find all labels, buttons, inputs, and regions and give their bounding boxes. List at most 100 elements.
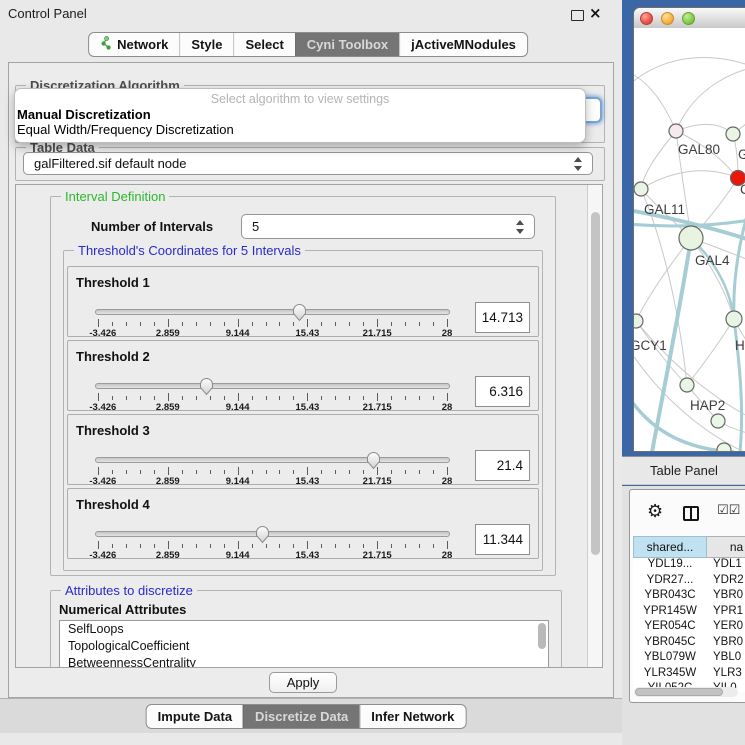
- network-window-titlebar[interactable]: [634, 8, 745, 29]
- tick-mark: [98, 467, 99, 475]
- network-node[interactable]: [634, 314, 643, 328]
- node-label: GAL4: [695, 253, 730, 268]
- tick-value-label: 2.859: [156, 550, 180, 561]
- tick-mark: [210, 470, 211, 474]
- algorithm-option-equal-width-frequency-discretization[interactable]: Equal Width/Frequency Discretization: [15, 122, 585, 137]
- network-node[interactable]: [680, 378, 694, 392]
- threshold-panel: Threshold 2 -3.4262.8599.14415.4321.7152…: [67, 340, 539, 411]
- network-node[interactable]: [717, 443, 731, 451]
- tick-mark: [419, 544, 420, 548]
- attribute-list-scrollbar[interactable]: [538, 623, 546, 649]
- combobox-stepper-icon[interactable]: [574, 157, 583, 171]
- table-row[interactable]: YLR345WYLR3: [633, 667, 745, 683]
- threshold-value-field[interactable]: 6.316: [475, 376, 530, 407]
- tab-impute-data[interactable]: Impute Data: [147, 705, 243, 728]
- attribute-item-topologicalcoefficient[interactable]: TopologicalCoefficient: [60, 638, 548, 655]
- table-row[interactable]: YBR043CYBR0: [633, 589, 745, 605]
- table-row[interactable]: YBL079WYBL0: [633, 651, 745, 667]
- tab-infer-network[interactable]: Infer Network: [359, 705, 465, 728]
- slider-ticks: [95, 393, 450, 402]
- tick-value-label: 2.859: [156, 328, 180, 339]
- attribute-item-betweennesscentrality[interactable]: BetweennessCentrality: [60, 655, 548, 668]
- select-columns-icon[interactable]: ☑☑: [717, 503, 740, 518]
- tab-style[interactable]: Style: [179, 33, 233, 56]
- control-panel: Control Panel × NetworkStyleSelectCyni T…: [0, 0, 622, 745]
- tab-label: Discretize Data: [255, 709, 348, 724]
- slider-tick-labels: -3.4262.8599.14415.4321.71528: [95, 550, 450, 562]
- tick-mark: [307, 393, 308, 401]
- numerical-attributes-list[interactable]: SelfLoopsTopologicalCoefficientBetweenne…: [59, 620, 549, 668]
- table-row[interactable]: YDR27...YDR2: [633, 574, 745, 590]
- settings-scrollbar-thumb[interactable]: [591, 212, 600, 555]
- network-node[interactable]: [726, 311, 742, 327]
- table-hscrollbar-thumb[interactable]: [635, 688, 723, 696]
- zoom-window-button[interactable]: [682, 12, 695, 25]
- tick-value-label: 28: [442, 328, 453, 339]
- network-node[interactable]: [669, 124, 683, 138]
- node-label: GCY1: [634, 338, 667, 353]
- threshold-slider[interactable]: -3.4262.8599.14415.4321.71528: [95, 305, 450, 341]
- tick-mark: [154, 322, 155, 326]
- node-label: H: [735, 338, 745, 353]
- number-of-intervals-combobox[interactable]: 5: [241, 214, 535, 239]
- network-node[interactable]: [711, 414, 725, 428]
- slider-track[interactable]: [95, 309, 450, 315]
- minimize-window-button[interactable]: [661, 12, 674, 25]
- slider-thumb[interactable]: [255, 525, 270, 544]
- tick-mark: [168, 467, 169, 475]
- slider-ticks: [95, 467, 450, 476]
- network-node[interactable]: [679, 226, 703, 250]
- table-horizontal-scrollbar[interactable]: [634, 687, 738, 697]
- combobox-stepper-icon[interactable]: [516, 220, 525, 234]
- slider-thumb[interactable]: [366, 451, 381, 470]
- tick-mark: [126, 396, 127, 400]
- threshold-value-field[interactable]: 14.713: [475, 302, 530, 333]
- tab-network[interactable]: Network: [89, 33, 179, 56]
- slider-thumb[interactable]: [199, 377, 214, 396]
- table-row[interactable]: YBR045CYBR0: [633, 636, 745, 652]
- split-view-icon[interactable]: [683, 506, 699, 521]
- threshold-slider[interactable]: -3.4262.8599.14415.4321.71528: [95, 379, 450, 415]
- slider-track[interactable]: [95, 531, 450, 537]
- slider-thumb[interactable]: [292, 303, 307, 322]
- table-data-combobox[interactable]: galFiltered.sif default node: [23, 152, 593, 175]
- column-header-na[interactable]: na: [707, 536, 745, 558]
- tab-discretize-data[interactable]: Discretize Data: [243, 705, 359, 728]
- attribute-item-selfloops[interactable]: SelfLoops: [60, 621, 548, 638]
- network-node[interactable]: [634, 182, 648, 196]
- cyni-mode-tabbar: Impute Data Discretize Data Infer Network: [146, 704, 467, 729]
- threshold-value-field[interactable]: 21.4: [475, 450, 530, 481]
- network-canvas[interactable]: GAL80GCGAL11GAL4GCY1HHAP2: [634, 28, 745, 451]
- tick-mark: [238, 319, 239, 327]
- threshold-slider[interactable]: -3.4262.8599.14415.4321.71528: [95, 527, 450, 563]
- settings-vertical-scrollbar[interactable]: [587, 185, 603, 667]
- tick-mark: [363, 322, 364, 326]
- gear-icon[interactable]: ⚙: [647, 501, 663, 522]
- table-row[interactable]: YER054CYER0: [633, 620, 745, 636]
- table-cell: YER0: [707, 620, 745, 636]
- slider-track[interactable]: [95, 383, 450, 389]
- tick-mark: [140, 470, 141, 474]
- tick-mark: [266, 544, 267, 548]
- tab-cyni-toolbox[interactable]: Cyni Toolbox: [295, 33, 399, 56]
- column-header-shared-[interactable]: shared...: [633, 536, 707, 558]
- float-window-icon[interactable]: [571, 10, 584, 21]
- slider-track[interactable]: [95, 457, 450, 463]
- tick-mark: [405, 544, 406, 548]
- close-window-button[interactable]: [640, 12, 653, 25]
- algorithm-option-manual-discretization[interactable]: Manual Discretization: [15, 107, 585, 122]
- close-panel-icon[interactable]: ×: [589, 4, 602, 22]
- table-row[interactable]: YDL19...YDL1: [633, 558, 745, 574]
- tick-mark: [196, 544, 197, 548]
- tick-value-label: 2.859: [156, 402, 180, 413]
- network-node[interactable]: [726, 127, 740, 141]
- table-row[interactable]: YPR145WYPR1: [633, 605, 745, 621]
- threshold-slider[interactable]: -3.4262.8599.14415.4321.71528: [95, 453, 450, 489]
- threshold-value-field[interactable]: 11.344: [475, 524, 530, 555]
- apply-button[interactable]: Apply: [269, 672, 337, 693]
- network-edge: [634, 72, 676, 131]
- tick-value-label: 9.144: [226, 550, 250, 561]
- tick-mark: [140, 322, 141, 326]
- tab-select[interactable]: Select: [233, 33, 294, 56]
- tab-jactivemnodules[interactable]: jActiveMNodules: [399, 33, 527, 56]
